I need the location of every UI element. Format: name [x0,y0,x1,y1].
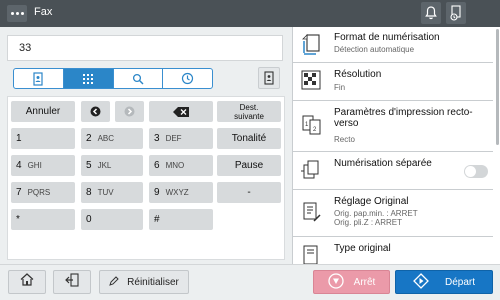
start-button[interactable]: Départ [395,270,493,294]
option-original-settings[interactable]: Réglage Original Orig. pap.min. : ARRET … [293,191,493,237]
key-3[interactable]: 3 DEF [149,128,213,149]
home-icon [20,273,34,291]
option-separate-scan[interactable]: Numérisation séparée [293,153,493,190]
key-0[interactable]: 0 [81,209,143,230]
pause-button[interactable]: Pause [217,155,281,176]
search-icon[interactable] [114,69,164,88]
register-address-icon[interactable] [258,67,280,89]
option-original-type[interactable]: Type original [293,238,493,264]
key-7[interactable]: 7 PQRS [11,182,75,203]
option-label: Réglage Original [334,196,409,207]
original-settings-icon [301,201,323,223]
stop-label: Arrêt [353,276,376,288]
option-value: Orig. pap.min. : ARRET [334,209,418,218]
option-label: Résolution [334,69,382,80]
pencil-icon [109,275,119,289]
home-button[interactable] [8,270,46,294]
job-status-icon[interactable] [446,2,466,24]
separate-scan-icon [301,159,323,181]
app-title: Fax [34,6,53,18]
key-8[interactable]: 8 TUV [81,182,143,203]
next-destination-button[interactable]: Dest. suivante [217,101,281,122]
settings-list: Format de numérisation Détection automat… [292,27,500,264]
key-hash[interactable]: # [149,209,213,230]
option-value: Recto [334,135,355,144]
settings-scrollbar[interactable] [496,29,499,145]
destination-panel: 33 Annuler Dest. suivante 1 2 ABC 3 DEF … [0,27,292,264]
option-scan-size[interactable]: Format de numérisation Détection automat… [293,27,493,63]
option-value: Détection automatique [334,45,415,54]
option-label: Numérisation séparée [334,158,432,169]
bottom-bar: Réinitialiser Arrêt Départ [0,264,500,300]
cancel-button[interactable]: Annuler [11,101,75,122]
reset-label: Réinitialiser [127,276,179,288]
key-9[interactable]: 9 WXYZ [149,182,213,203]
option-value-2: Orig. pli.Z : ARRET [334,218,403,227]
reset-button[interactable]: Réinitialiser [99,270,189,294]
more-dots-icon[interactable] [7,5,27,22]
cursor-right-button[interactable] [115,101,144,122]
option-label: Type original [334,243,391,254]
return-button[interactable] [53,270,91,294]
top-bar: Fax [0,0,500,27]
duplex-icon: 12 [301,114,323,136]
option-resolution[interactable]: Résolution Fin [293,64,493,101]
key-4[interactable]: 4 GHI [11,155,75,176]
original-type-icon [301,244,323,264]
stop-button[interactable]: Arrêt [313,270,390,294]
hyphen-button[interactable]: - [217,182,281,203]
cursor-left-button[interactable] [81,101,110,122]
tone-button[interactable]: Tonalité [217,128,281,149]
option-label: Format de numérisation [334,32,440,43]
start-icon [413,272,429,292]
option-duplex-settings[interactable]: 12 Paramètres d'impression recto-verso R… [293,102,493,152]
key-6[interactable]: 6 MNO [149,155,213,176]
history-icon[interactable] [163,69,212,88]
resolution-icon [301,70,323,92]
start-label: Départ [444,276,475,288]
key-1[interactable]: 1 [11,128,75,149]
numeric-keypad: Annuler Dest. suivante 1 2 ABC 3 DEF Tonal… [7,96,285,260]
scan-size-icon [301,33,323,55]
key-2[interactable]: 2 ABC [81,128,143,149]
address-book-icon[interactable] [14,69,64,88]
bell-icon[interactable] [421,2,441,24]
return-icon [65,272,79,292]
option-value: Fin [334,83,346,92]
separate-scan-toggle[interactable] [464,165,488,178]
keypad-icon[interactable] [63,69,114,88]
backspace-button[interactable] [149,101,213,122]
key-star[interactable]: * [11,209,75,230]
stop-icon [328,272,344,292]
option-label: Paramètres d'impression recto-verso [334,107,473,129]
input-mode-tabs [13,68,213,89]
fax-number-field[interactable]: 33 [7,35,283,61]
key-5[interactable]: 5 JKL [81,155,143,176]
